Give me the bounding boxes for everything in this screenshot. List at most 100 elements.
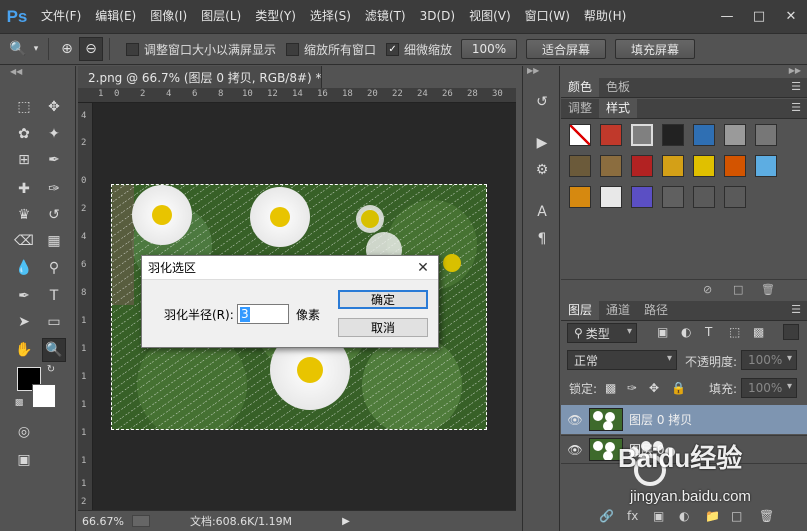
fit-window-checkbox[interactable]: 调整窗口大小以满屏显示 bbox=[126, 41, 276, 58]
eye-icon[interactable]: 👁 bbox=[561, 443, 589, 457]
menu-help[interactable]: 帮助(H) bbox=[577, 0, 633, 33]
style-swatch[interactable] bbox=[600, 186, 622, 208]
filter-smart-object-icon[interactable]: ▩ bbox=[753, 325, 764, 339]
lock-position-icon[interactable]: ✥ bbox=[649, 381, 659, 395]
layer-row-selected[interactable]: 👁 图层 0 拷贝 bbox=[561, 405, 807, 434]
crop-tool-icon[interactable]: ⊞ bbox=[12, 148, 36, 172]
character-panel-icon[interactable]: A bbox=[530, 201, 554, 223]
status-menu-arrow-icon[interactable]: ▶ bbox=[342, 516, 350, 527]
checkmark-icon[interactable]: ✓ bbox=[386, 42, 400, 56]
tab-color[interactable]: 颜色 bbox=[561, 78, 600, 97]
tab-layers[interactable]: 图层 bbox=[561, 301, 600, 320]
filter-pixel-icon[interactable]: ▣ bbox=[657, 325, 668, 339]
link-layers-icon[interactable]: 🔗 bbox=[599, 509, 614, 523]
filter-shape-icon[interactable]: ⬚ bbox=[729, 325, 740, 339]
style-swatch[interactable] bbox=[693, 155, 715, 177]
status-icon[interactable] bbox=[131, 515, 150, 527]
menu-window[interactable]: 窗口(W) bbox=[518, 0, 577, 33]
style-swatch[interactable] bbox=[662, 186, 684, 208]
paragraph-panel-icon[interactable]: ¶ bbox=[530, 228, 554, 250]
dialog-close-icon[interactable]: ✕ bbox=[414, 259, 432, 277]
status-zoom[interactable]: 66.67% bbox=[82, 515, 124, 528]
menu-type[interactable]: 类型(Y) bbox=[248, 0, 303, 33]
marquee-tool-icon[interactable]: ⬚ bbox=[12, 95, 36, 119]
collapse-arrows-icon[interactable]: ◀◀ bbox=[0, 66, 75, 78]
history-panel-icon[interactable]: ↺ bbox=[530, 91, 554, 113]
style-swatch[interactable] bbox=[600, 155, 622, 177]
style-swatch[interactable] bbox=[662, 124, 684, 146]
type-tool-icon[interactable]: T bbox=[42, 284, 66, 308]
style-swatch[interactable] bbox=[755, 155, 777, 177]
zoom-out-icon[interactable]: ⊖ bbox=[79, 37, 103, 61]
eraser-icon[interactable]: ⌫ bbox=[12, 229, 36, 253]
actions-panel-icon[interactable]: ▶ bbox=[530, 132, 554, 154]
close-icon[interactable]: ✕ bbox=[775, 0, 807, 33]
filter-toggle[interactable] bbox=[783, 324, 799, 340]
checkbox-box[interactable] bbox=[126, 42, 139, 56]
menu-file[interactable]: 文件(F) bbox=[34, 0, 88, 33]
tab-paths[interactable]: 路径 bbox=[637, 301, 675, 320]
trash-icon[interactable]: 🗑 bbox=[761, 283, 775, 296]
zoom-in-icon[interactable]: ⊕ bbox=[55, 37, 79, 61]
zoom-tool-icon[interactable]: 🔍 bbox=[42, 338, 66, 362]
style-swatch[interactable] bbox=[569, 155, 591, 177]
swap-colors-icon[interactable]: ↻ bbox=[44, 362, 58, 376]
checkbox-box[interactable] bbox=[286, 42, 300, 56]
style-swatch[interactable] bbox=[631, 186, 653, 208]
eyedropper-icon[interactable]: ✒ bbox=[42, 148, 66, 172]
tab-adjustments[interactable]: 调整 bbox=[561, 99, 599, 118]
background-color-swatch[interactable] bbox=[32, 384, 56, 408]
minimize-icon[interactable]: — bbox=[711, 0, 743, 33]
style-swatch[interactable] bbox=[724, 155, 746, 177]
style-swatch[interactable] bbox=[631, 124, 653, 146]
dialog-title-bar[interactable]: 羽化选区 bbox=[142, 256, 438, 280]
tab-channels[interactable]: 通道 bbox=[599, 301, 637, 320]
style-swatch[interactable] bbox=[569, 186, 591, 208]
magic-wand-icon[interactable]: ✦ bbox=[42, 122, 66, 146]
layer-name[interactable]: 图层 0 拷贝 bbox=[629, 411, 692, 428]
style-swatch[interactable] bbox=[600, 124, 622, 146]
chevron-down-icon[interactable]: ▾ bbox=[30, 37, 42, 61]
style-swatch[interactable] bbox=[662, 155, 684, 177]
clear-style-icon[interactable]: ⊘ bbox=[703, 283, 712, 296]
blur-tool-icon[interactable]: 💧 bbox=[12, 256, 36, 280]
default-colors-icon[interactable]: ▩ bbox=[12, 396, 26, 410]
menu-layer[interactable]: 图层(L) bbox=[194, 0, 248, 33]
style-swatch[interactable] bbox=[693, 124, 715, 146]
dodge-tool-icon[interactable]: ⚲ bbox=[42, 256, 66, 280]
collapse-arrows-icon[interactable]: ▶▶ bbox=[527, 66, 539, 75]
tab-styles[interactable]: 样式 bbox=[599, 99, 638, 118]
fill-screen-button[interactable]: 填充屏幕 bbox=[615, 39, 696, 59]
properties-panel-icon[interactable]: ⚙ bbox=[530, 159, 554, 181]
hand-tool-icon[interactable]: ✋ bbox=[12, 338, 36, 362]
style-swatch[interactable] bbox=[755, 124, 777, 146]
zoom-all-windows-checkbox[interactable]: 缩放所有窗口 bbox=[286, 41, 376, 58]
fit-screen-button[interactable]: 适合屏幕 bbox=[526, 39, 607, 59]
style-swatch[interactable] bbox=[724, 124, 746, 146]
path-select-icon[interactable]: ➤ bbox=[12, 310, 36, 334]
filter-type-icon[interactable]: T bbox=[705, 325, 712, 339]
tab-swatches[interactable]: 色板 bbox=[599, 78, 637, 97]
lasso-tool-icon[interactable]: ✿ bbox=[12, 122, 36, 146]
menu-image[interactable]: 图像(I) bbox=[143, 0, 194, 33]
move-tool-icon[interactable]: ✥ bbox=[42, 95, 66, 119]
feather-radius-value[interactable]: 3 bbox=[240, 307, 250, 322]
collapse-arrows-icon[interactable]: ▶▶ bbox=[789, 66, 801, 75]
document-tab[interactable]: 2.png @ 66.7% (图层 0 拷贝, RGB/8#) * ✕ bbox=[78, 66, 322, 88]
panel-menu-icon[interactable]: ☰ bbox=[791, 303, 801, 316]
ok-button[interactable]: 确定 bbox=[338, 290, 428, 309]
healing-brush-icon[interactable]: ✚ bbox=[12, 177, 36, 201]
brush-tool-icon[interactable]: ✑ bbox=[42, 177, 66, 201]
menu-select[interactable]: 选择(S) bbox=[303, 0, 358, 33]
lock-all-icon[interactable]: 🔒 bbox=[671, 381, 686, 395]
quick-mask-icon[interactable]: ◎ bbox=[12, 420, 36, 444]
rectangle-shape-icon[interactable]: ▭ bbox=[42, 310, 66, 334]
menu-filter[interactable]: 滤镜(T) bbox=[358, 0, 413, 33]
layer-filter-select[interactable]: ⚲ 类型 ▾ bbox=[567, 323, 637, 343]
cancel-button[interactable]: 取消 bbox=[338, 318, 428, 337]
style-swatch[interactable] bbox=[569, 124, 591, 146]
screen-mode-icon[interactable]: ▣ bbox=[12, 448, 36, 472]
clone-stamp-icon[interactable]: ♛ bbox=[12, 203, 36, 227]
pen-tool-icon[interactable]: ✒ bbox=[12, 284, 36, 308]
gradient-icon[interactable]: ▦ bbox=[42, 229, 66, 253]
